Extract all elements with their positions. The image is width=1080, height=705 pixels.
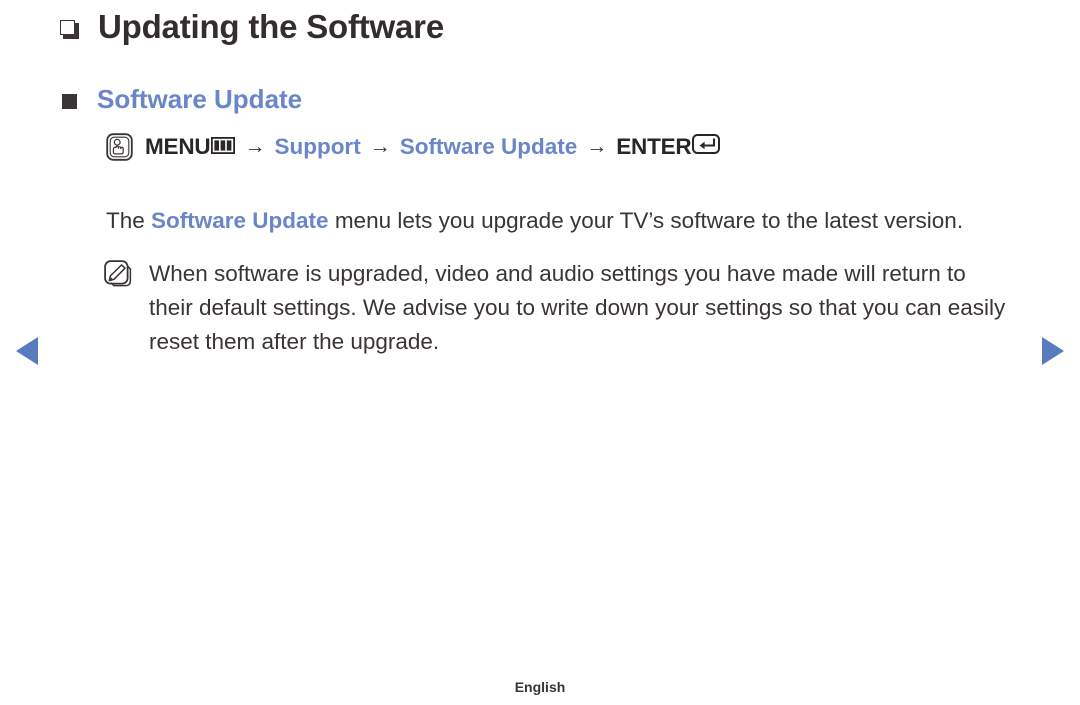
body-lead: The bbox=[106, 207, 152, 233]
note-text: When software is upgraded, video and aud… bbox=[149, 261, 1006, 354]
page-title-row: Updating the Software bbox=[60, 8, 444, 46]
filled-square-bullet-icon bbox=[62, 94, 77, 109]
menu-path-step-support[interactable]: Support bbox=[274, 134, 360, 160]
menu-path-enter-label: ENTER bbox=[616, 134, 692, 159]
path-arrow-2: → bbox=[369, 135, 391, 158]
body-inline-term: Software Update bbox=[151, 207, 329, 233]
note-pencil-icon bbox=[104, 260, 132, 287]
triangle-left-icon[interactable] bbox=[16, 337, 38, 365]
footer-language-label: English bbox=[514, 679, 566, 695]
press-button-icon bbox=[106, 133, 133, 161]
section-heading-row: Software Update bbox=[62, 84, 302, 115]
menu-bars-icon bbox=[211, 134, 236, 160]
body-rest: menu lets you upgrade your TV’s software… bbox=[328, 207, 964, 233]
menu-path-menu-label: MENU bbox=[145, 134, 211, 159]
menu-path-step-software-update[interactable]: Software Update bbox=[400, 134, 578, 160]
page-title: Updating the Software bbox=[98, 8, 444, 45]
section-heading: Software Update bbox=[97, 84, 303, 114]
triangle-right-icon[interactable] bbox=[1042, 337, 1064, 365]
path-arrow-1: → bbox=[244, 135, 266, 158]
body-paragraph: The Software Update menu lets you upgrad… bbox=[106, 204, 1006, 238]
outline-square-bullet-icon bbox=[60, 20, 80, 40]
menu-path-breadcrumb: MENU → Support → Software Update → ENTER bbox=[106, 133, 721, 161]
enter-return-icon bbox=[692, 134, 721, 160]
path-arrow-3: → bbox=[586, 135, 608, 158]
note-block: When software is upgraded, video and aud… bbox=[104, 257, 1014, 359]
